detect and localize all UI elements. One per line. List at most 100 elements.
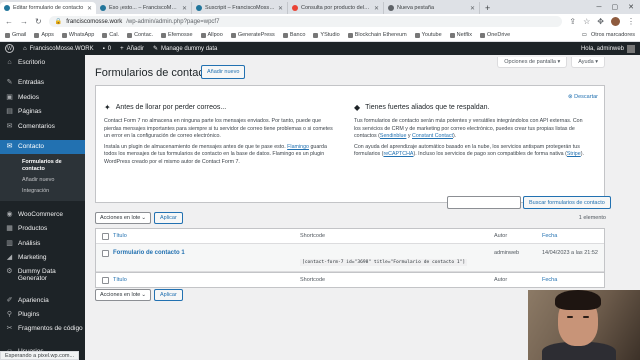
browser-tab[interactable]: Eso ¡esto... – FranciscoMosse.WORK✕ [96,2,192,14]
submenu-formularios[interactable]: Formularios de contacto [0,157,85,175]
row-checkbox[interactable] [102,250,109,257]
submenu-anadir-nuevo[interactable]: Añadir nuevo [0,175,85,186]
bulk-actions-select[interactable]: Acciones en lote ⌄ [95,289,151,301]
sidebar-item-contacto[interactable]: ✉ Contacto [0,139,85,154]
shortcode-field[interactable]: [contact-form-7 id="3698" title="Formula… [300,259,468,266]
column-date[interactable]: Fecha [542,233,604,239]
close-tab-icon[interactable]: ✕ [278,5,283,12]
bookmark[interactable]: Gmail [5,32,26,38]
heading-text: Antes de llorar por perder correos... [115,104,227,111]
bookmark[interactable]: Youtube [414,32,442,38]
sidebar-item-label: Dummy Data Generator [17,268,56,282]
sidebar-item-apariencia[interactable]: ✐ Apariencia [0,293,85,308]
bookmark[interactable]: Cal. [102,32,119,38]
sidebar-item-marketing[interactable]: ◢ Marketing [0,251,85,266]
select-all-checkbox[interactable] [102,276,109,284]
bookmark-icon [161,32,167,38]
new-tab-button[interactable]: + [480,2,495,14]
bookmark[interactable]: Apps [34,32,54,38]
column-title[interactable]: Título [113,277,300,283]
sidebar-item-paginas[interactable]: ▤ Páginas [0,105,85,120]
new-content-link[interactable]: + Añadir [120,46,144,52]
column-title[interactable]: Título [113,233,300,239]
column-date[interactable]: Fecha [542,277,604,283]
recaptcha-link[interactable]: reCAPTCHA [383,151,413,157]
bookmark[interactable]: Banco [282,32,305,38]
sidebar-item-productos[interactable]: ▦ Productos [0,222,85,237]
bookmark-icon [200,32,206,38]
forward-icon[interactable]: → [20,17,28,26]
close-tab-icon[interactable]: ✕ [374,5,379,12]
star-icon[interactable]: ☆ [583,17,590,26]
table-footer: Título Shortcode Autor Fecha [96,272,604,287]
dismiss-link[interactable]: ⊗ Descartar [568,94,598,100]
constant-contact-link[interactable]: Constant Contact [412,133,453,139]
bookmark[interactable]: Netflix [449,32,472,38]
profile-avatar[interactable] [611,17,620,26]
select-all-checkbox[interactable] [102,232,109,240]
minimize-icon[interactable]: ─ [597,4,602,11]
form-title-link[interactable]: Formulario de contacto 1 [113,250,185,256]
comments-link[interactable]: ▪ 0 [103,46,111,52]
bookmark[interactable]: Efemosse [161,32,193,38]
maximize-icon[interactable]: ▢ [612,3,619,11]
close-window-icon[interactable]: ✕ [628,3,634,11]
browser-tab[interactable]: Nueva pestaña ✕ [384,2,480,14]
flamingo-link[interactable]: Flamingo [287,144,309,150]
bookmark[interactable]: Blockchain Ethereum [347,32,407,38]
apply-button[interactable]: Aplicar [154,289,183,301]
bookmark-icon [282,32,288,38]
bookmarks-bar: Gmail Apps WhatsApp Cal. Contac. Efemoss… [0,29,640,42]
url-bar[interactable]: 🔒 franciscomosse.work/wp-admin/admin.php… [48,16,563,27]
bookmark[interactable]: Contac. [127,32,153,38]
sidebar-item-woocommerce[interactable]: ◉ WooCommerce [0,207,85,222]
close-tab-icon[interactable]: ✕ [87,5,92,12]
bookmark-icon [313,32,319,38]
close-tab-icon[interactable]: ✕ [182,5,187,12]
stripe-link[interactable]: Stripe [567,151,581,157]
reload-icon[interactable]: ↻ [35,17,42,26]
products-icon: ▦ [6,225,13,233]
sendinblue-link[interactable]: Sendinblue [380,133,407,139]
sidebar-item-label: Escritorio [18,58,46,66]
bookmark[interactable]: OneDrive [479,32,510,38]
site-name-link[interactable]: ⌂ FranciscoMosse.WORK [23,46,94,52]
bookmark[interactable]: YStudio [313,32,340,38]
close-tab-icon[interactable]: ✕ [470,5,475,12]
bookmark[interactable]: GeneratePress [230,32,275,38]
search-input[interactable] [447,196,521,209]
add-new-button[interactable]: Añadir nuevo [201,65,246,79]
browser-tab[interactable]: Suscripit – FranciscoMosse.WORK✕ [192,2,288,14]
user-account-menu[interactable]: Hola, adminweb [581,44,635,53]
bookmark[interactable]: WhatsApp [61,32,94,38]
search-forms-button[interactable]: Buscar formularios de contacto [523,196,611,209]
back-icon[interactable]: ← [5,17,13,26]
apply-button[interactable]: Aplicar [154,212,183,224]
sidebar-item-comentarios[interactable]: ✉ Comentarios [0,119,85,134]
sidebar-item-entradas[interactable]: ✎ Entradas [0,76,85,91]
extensions-icon[interactable]: ✥ [597,17,604,26]
sidebar-item-escritorio[interactable]: ⌂ Escritorio [0,55,85,70]
submenu-integracion[interactable]: Integración [0,186,85,197]
sidebar-item-dummy-data[interactable]: ⚙ Dummy Data Generator [0,265,85,287]
notice-heading-right: ◆ Tienes fuertes aliados que te respaldan… [354,103,589,111]
browser-tab[interactable]: Editar formulario de contacto ✕ [0,2,96,14]
menu-icon[interactable]: ⋮ [627,17,635,26]
sidebar-item-plugins[interactable]: ⚲ Plugins [0,308,85,323]
sidebar-item-analisis[interactable]: ▥ Análisis [0,236,85,251]
pin-icon: ✎ [6,79,13,87]
screen-options-button[interactable]: Opciones de pantalla ▾ [497,57,568,68]
sidebar-item-fragmentos[interactable]: ✂ Fragmentos de código [0,322,85,344]
help-button[interactable]: Ayuda ▾ [571,57,605,68]
bookmark-icon [414,32,420,38]
sidebar-item-medios[interactable]: ▣ Medios [0,90,85,105]
select-value: Acciones en lote [100,215,141,221]
share-icon[interactable]: ⇪ [569,17,576,26]
contacto-submenu: Formularios de contacto Añadir nuevo Int… [0,154,85,201]
manage-dummy-data-link[interactable]: ✎ Manage dummy data [153,45,217,53]
bookmark[interactable]: Allpoo [200,32,223,38]
other-bookmarks[interactable]: ▭ Otros marcadores [582,32,635,38]
browser-tab[interactable]: Consulta por producto del sitio ✕ [288,2,384,14]
bulk-actions-select[interactable]: Acciones en lote ⌄ [95,212,151,224]
wordpress-logo-icon[interactable]: W [5,44,14,53]
